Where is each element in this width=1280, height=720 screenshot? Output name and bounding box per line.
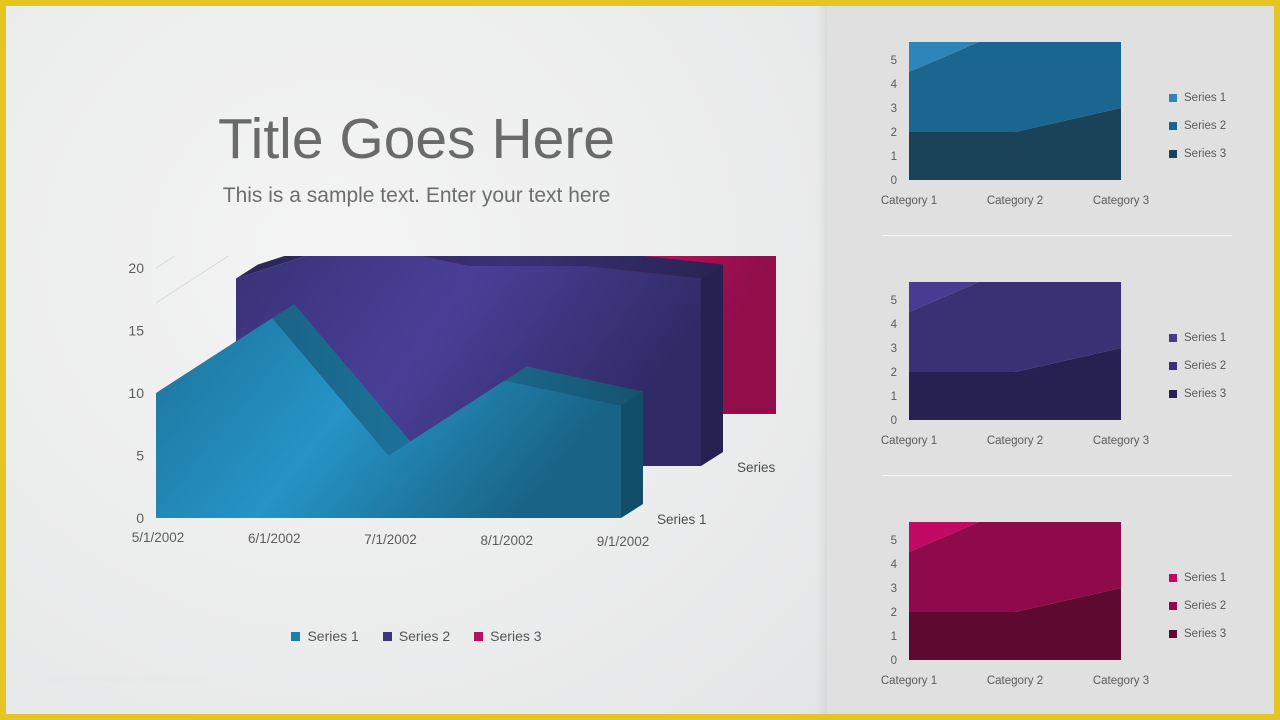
svg-text:Category 3: Category 3 (1093, 675, 1149, 687)
mini-chart-purple-legend: Series 1 Series 2 Series 3 (1169, 332, 1226, 400)
legend-swatch-icon (474, 631, 484, 641)
legend-label: Series 3 (1184, 388, 1227, 400)
svg-text:5: 5 (891, 535, 897, 547)
legend-item[interactable]: Series 1 (1169, 92, 1226, 104)
divider-1 (882, 235, 1232, 236)
svg-text:5/1/2002: 5/1/2002 (132, 530, 185, 545)
svg-text:Series 2: Series 2 (737, 460, 776, 475)
svg-text:2: 2 (891, 127, 897, 139)
svg-text:0: 0 (136, 510, 144, 526)
svg-text:Category 1: Category 1 (881, 435, 937, 447)
legend-label: Series 2 (1184, 120, 1227, 132)
legend-label: Series 2 (398, 628, 451, 644)
svg-text:4: 4 (891, 559, 898, 571)
mini-chart-magenta-svg: 0 1 2 3 4 5 Category 1 Category 2 Category 3 (881, 522, 1149, 687)
legend-swatch-icon (382, 631, 392, 641)
svg-text:Category 3: Category 3 (1093, 195, 1149, 207)
mini-chart-blue[interactable]: 0 1 2 3 4 5 Category 1 Category 2 Category 3 Seri… (827, 42, 1274, 242)
svg-text:Category 1: Category 1 (881, 195, 937, 207)
legend-swatch-icon (1169, 390, 1177, 398)
title-block: Title Goes Here This is a sample text. E… (6, 109, 827, 208)
main-3d-area-chart[interactable]: 0 5 10 15 20 5/1/2002 6/1/2002 7/1/2002 8/1/2002… (76, 256, 776, 656)
legend-swatch-icon (291, 631, 301, 641)
legend-swatch-icon (1169, 150, 1177, 158)
legend-item[interactable]: Series 2 (382, 628, 451, 644)
legend-swatch-icon (1169, 362, 1177, 370)
page-subtitle[interactable]: This is a sample text. Enter your text h… (6, 184, 827, 208)
legend-label: Series 3 (1184, 628, 1227, 640)
page-title[interactable]: Title Goes Here (6, 109, 827, 170)
svg-text:2: 2 (891, 367, 897, 379)
legend-item[interactable]: Series 1 (1169, 572, 1226, 584)
legend-item[interactable]: Series 1 (291, 628, 359, 644)
svg-text:3: 3 (891, 343, 897, 355)
svg-text:0: 0 (891, 175, 897, 187)
svg-text:5: 5 (891, 295, 897, 307)
svg-text:Category 2: Category 2 (987, 435, 1043, 447)
svg-text:5: 5 (136, 448, 144, 464)
svg-text:8/1/2002: 8/1/2002 (480, 533, 533, 548)
legend-item[interactable]: Series 1 (1169, 332, 1226, 344)
svg-text:20: 20 (128, 260, 144, 276)
svg-text:10: 10 (128, 385, 144, 401)
mini-chart-magenta[interactable]: 0 1 2 3 4 5 Category 1 Category 2 Category 3 Seri… (827, 522, 1274, 714)
svg-text:5: 5 (891, 55, 897, 67)
right-charts-pane: 0 1 2 3 4 5 Category 1 Category 2 Category 3 Seri… (827, 6, 1274, 714)
legend-label: Series 1 (1184, 92, 1227, 104)
svg-text:7/1/2002: 7/1/2002 (364, 532, 417, 547)
svg-text:6/1/2002: 6/1/2002 (248, 531, 301, 546)
main-3d-area-chart-svg: 0 5 10 15 20 5/1/2002 6/1/2002 7/1/2002 8/1/2002… (128, 256, 776, 549)
mini-chart-purple-svg: 0 1 2 3 4 5 Category 1 Category 2 Category 3 (881, 282, 1149, 447)
slide-canvas: Title Goes Here This is a sample text. E… (0, 0, 1280, 720)
legend-item[interactable]: Series 3 (1169, 148, 1226, 160)
legend-swatch-icon (1169, 574, 1177, 582)
svg-text:1: 1 (891, 151, 897, 163)
legend-label: Series 3 (490, 628, 542, 644)
svg-text:Category 1: Category 1 (881, 675, 937, 687)
legend-swatch-icon (1169, 122, 1177, 130)
legend-swatch-icon (1169, 94, 1177, 102)
main-chart-legend: Series 1 Series 2 Series 3 (6, 628, 827, 644)
svg-text:4: 4 (891, 319, 898, 331)
legend-label: Series 3 (1184, 148, 1227, 160)
mini-chart-blue-svg: 0 1 2 3 4 5 Category 1 Category 2 Category 3 (881, 42, 1149, 207)
watermark-text: www.free-powerpoint-templates.com (48, 674, 207, 684)
svg-text:3: 3 (891, 583, 897, 595)
legend-swatch-icon (1169, 334, 1177, 342)
svg-text:Category 2: Category 2 (987, 675, 1043, 687)
legend-label: Series 2 (1184, 600, 1227, 612)
svg-text:Category 2: Category 2 (987, 195, 1043, 207)
divider-2 (882, 475, 1232, 476)
mini-chart-magenta-legend: Series 1 Series 2 Series 3 (1169, 572, 1226, 640)
svg-text:2: 2 (891, 607, 897, 619)
legend-item[interactable]: Series 3 (1169, 628, 1226, 640)
svg-text:Category 3: Category 3 (1093, 435, 1149, 447)
left-content-pane: Title Goes Here This is a sample text. E… (6, 6, 827, 714)
legend-label: Series 1 (1184, 332, 1227, 344)
svg-text:9/1/2002: 9/1/2002 (597, 534, 650, 549)
svg-text:1: 1 (891, 391, 897, 403)
svg-text:Series 1: Series 1 (657, 512, 707, 527)
svg-text:1: 1 (891, 631, 897, 643)
legend-label: Series 1 (1184, 572, 1227, 584)
mini-chart-purple[interactable]: 0 1 2 3 4 5 Category 1 Category 2 Category 3 Seri… (827, 282, 1274, 482)
legend-swatch-icon (1169, 602, 1177, 610)
svg-text:0: 0 (891, 655, 897, 667)
svg-text:15: 15 (128, 323, 144, 339)
legend-item[interactable]: Series 2 (1169, 120, 1226, 132)
svg-text:3: 3 (891, 103, 897, 115)
legend-item[interactable]: Series 3 (1169, 388, 1226, 400)
svg-text:0: 0 (891, 415, 897, 427)
legend-item[interactable]: Series 2 (1169, 600, 1226, 612)
legend-item[interactable]: Series 3 (474, 628, 542, 644)
mini-chart-blue-legend: Series 1 Series 2 Series 3 (1169, 92, 1226, 160)
svg-text:4: 4 (891, 79, 898, 91)
legend-swatch-icon (1169, 630, 1177, 638)
legend-label: Series 2 (1184, 360, 1227, 372)
legend-item[interactable]: Series 2 (1169, 360, 1226, 372)
legend-label: Series 1 (307, 628, 359, 644)
